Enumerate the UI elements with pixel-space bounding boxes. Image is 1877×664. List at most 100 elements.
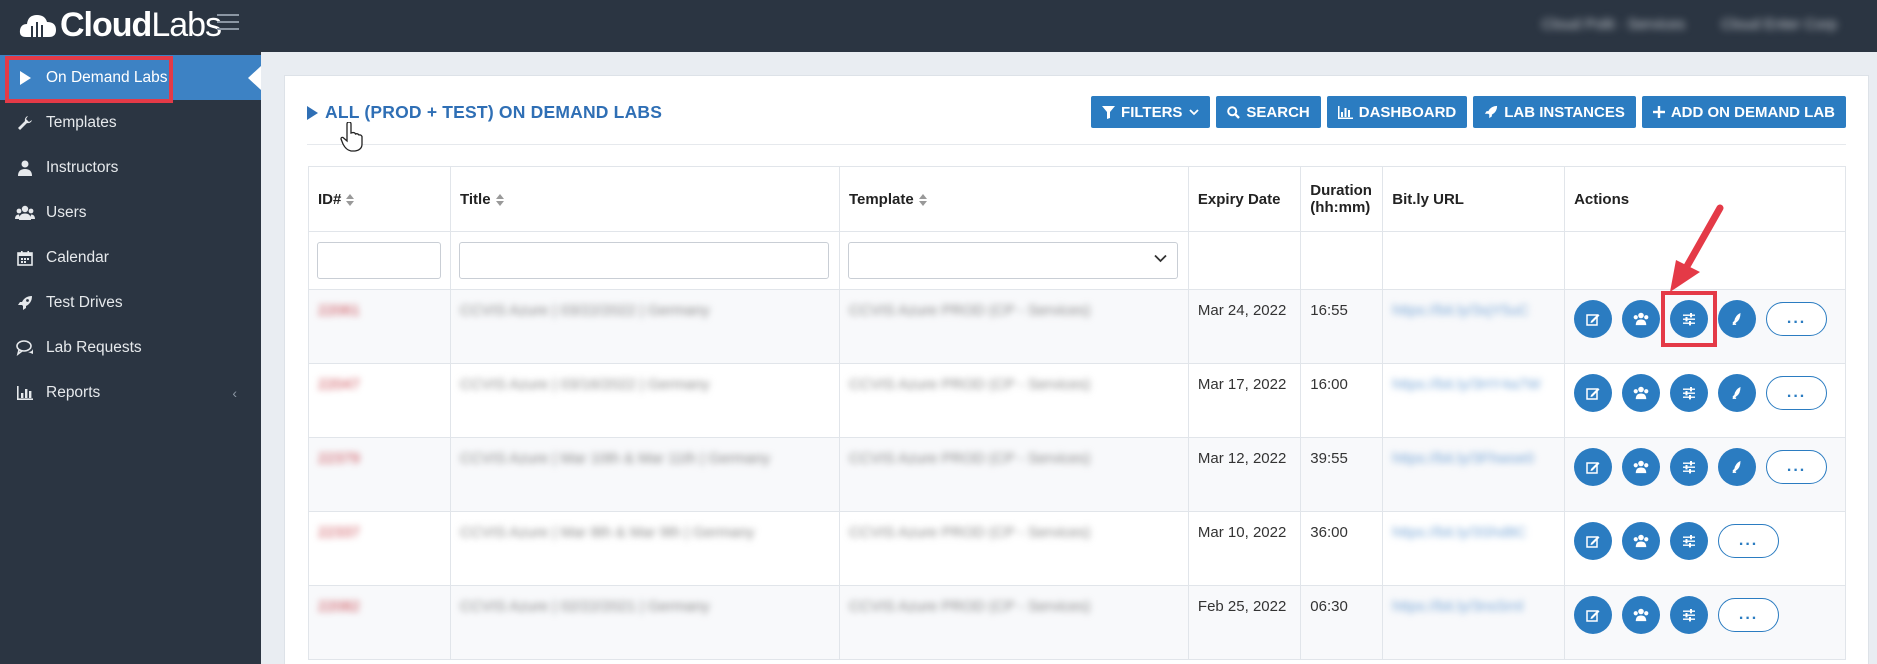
- sidebar: On Demand Labs Templates Instructors Use…: [0, 52, 261, 664]
- lab-id[interactable]: 22082: [318, 598, 360, 615]
- add-on-demand-lab-button[interactable]: ADD ON DEMAND LAB: [1641, 96, 1846, 128]
- add-label: ADD ON DEMAND LAB: [1670, 103, 1835, 121]
- cell-url[interactable]: https://bit.ly/3Fhwoe0: [1382, 437, 1566, 512]
- users-button[interactable]: [1622, 522, 1661, 560]
- more-options-button[interactable]: ...: [1766, 302, 1828, 336]
- chevron-left-icon: ‹: [232, 384, 237, 401]
- cell-id[interactable]: 22061: [308, 289, 451, 364]
- bitly-link[interactable]: https://bit.ly/3xjY5uC: [1392, 302, 1529, 319]
- sidebar-item-test-drives[interactable]: Test Drives: [0, 280, 261, 325]
- cell-id[interactable]: 22047: [308, 363, 451, 438]
- edit-button[interactable]: [1574, 300, 1613, 338]
- cell-id[interactable]: 22337: [308, 511, 451, 586]
- column-header-bitly-url: Bit.ly URL: [1382, 166, 1566, 232]
- edit-button[interactable]: [1574, 448, 1613, 486]
- cell-url[interactable]: https://bit.ly/3HY4a7W: [1382, 363, 1566, 438]
- launch-button[interactable]: [1718, 374, 1757, 412]
- cell-expiry: Mar 24, 2022: [1187, 289, 1302, 364]
- sort-icon[interactable]: [918, 193, 927, 206]
- dashboard-button[interactable]: DASHBOARD: [1326, 96, 1468, 128]
- edit-icon: [1586, 312, 1600, 326]
- lab-instances-label: LAB INSTANCES: [1504, 103, 1625, 121]
- sidebar-item-instructors[interactable]: Instructors: [0, 145, 261, 190]
- page-title[interactable]: ALL (PROD + TEST) ON DEMAND LABS: [307, 102, 662, 123]
- menu-toggle-icon[interactable]: [217, 14, 239, 32]
- duration: 36:00: [1310, 524, 1348, 541]
- column-header-template[interactable]: Template: [838, 166, 1189, 232]
- lab-id[interactable]: 22379: [318, 450, 360, 467]
- users-button[interactable]: [1622, 596, 1661, 634]
- sidebar-item-on-demand-labs[interactable]: On Demand Labs: [0, 55, 261, 103]
- title-filter-input[interactable]: [458, 242, 829, 279]
- cell-id[interactable]: 22082: [308, 585, 451, 660]
- sidebar-item-label: Templates: [46, 113, 117, 131]
- user-menu[interactable]: Cloud Polit · Services: [1542, 16, 1685, 33]
- settings-sliders-button[interactable]: [1661, 291, 1718, 347]
- bitly-link[interactable]: https://bit.ly/3nsSrnl: [1392, 598, 1523, 615]
- lab-title: CCVIS Azure | 03/16/2022 | Germany: [459, 376, 710, 393]
- bitly-link[interactable]: https://bit.ly/3Shd8C: [1392, 524, 1526, 541]
- rocket-icon: [1484, 105, 1498, 119]
- edit-button[interactable]: [1574, 374, 1613, 412]
- user-icon: [14, 159, 36, 177]
- users-button[interactable]: [1622, 300, 1661, 338]
- filters-button[interactable]: FILTERS: [1091, 96, 1211, 128]
- expiry-date: Mar 12, 2022: [1197, 450, 1287, 467]
- search-label: SEARCH: [1246, 103, 1310, 121]
- sort-icon[interactable]: [495, 193, 504, 206]
- cell-expiry: Mar 17, 2022: [1187, 363, 1302, 438]
- lab-title: CCVIS Azure | Mar 10th & Mar 11th | Germ…: [459, 450, 771, 467]
- settings-sliders-button[interactable]: [1670, 522, 1709, 560]
- expiry-date: Feb 25, 2022: [1197, 598, 1287, 615]
- sidebar-item-reports[interactable]: Reports ‹: [0, 370, 261, 415]
- cell-url[interactable]: https://bit.ly/3nsSrnl: [1382, 585, 1566, 660]
- edit-button[interactable]: [1574, 522, 1613, 560]
- cloudlabs-logo[interactable]: CloudLabs: [18, 4, 222, 46]
- search-button[interactable]: SEARCH: [1216, 96, 1321, 128]
- more-options-button[interactable]: ...: [1766, 450, 1828, 484]
- cell-duration: 36:00: [1300, 511, 1384, 586]
- table-row: 22082 CCVIS Azure | 02/22/2021 | Germany C…: [308, 585, 1846, 660]
- launch-button[interactable]: [1718, 448, 1757, 486]
- users-button[interactable]: [1622, 374, 1661, 412]
- sidebar-item-templates[interactable]: Templates: [0, 100, 261, 145]
- calendar-icon: [14, 249, 36, 267]
- cloud-logo-icon: [19, 15, 56, 37]
- cell-template: CCVIS Azure PROD (CP - Services): [838, 511, 1189, 586]
- column-header-duration: Duration (hh:mm): [1300, 166, 1384, 232]
- users-button[interactable]: [1622, 448, 1661, 486]
- cell-duration: 16:55: [1300, 289, 1384, 364]
- column-header-id[interactable]: ID#: [308, 166, 451, 232]
- lab-id[interactable]: 22047: [318, 376, 360, 393]
- template-filter-select[interactable]: [847, 242, 1178, 279]
- bitly-link[interactable]: https://bit.ly/3Fhwoe0: [1392, 450, 1534, 467]
- lab-template: CCVIS Azure PROD (CP - Services): [848, 450, 1091, 467]
- edit-button[interactable]: [1574, 596, 1613, 634]
- lab-id[interactable]: 22337: [318, 524, 360, 541]
- lab-instances-button[interactable]: LAB INSTANCES: [1473, 96, 1636, 128]
- cell-url[interactable]: https://bit.ly/3Shd8C: [1382, 511, 1566, 586]
- column-header-title[interactable]: Title: [449, 166, 840, 232]
- cell-template: CCVIS Azure PROD (CP - Services): [838, 585, 1189, 660]
- launch-button[interactable]: [1718, 300, 1757, 338]
- settings-sliders-button[interactable]: [1670, 374, 1709, 412]
- lab-id[interactable]: 22061: [318, 302, 360, 319]
- sidebar-item-users[interactable]: Users: [0, 190, 261, 235]
- sidebar-item-calendar[interactable]: Calendar: [0, 235, 261, 280]
- table-row: 22061 CCVIS Azure | 03/22/2022 | Germany C…: [308, 289, 1846, 364]
- settings-sliders-button[interactable]: [1670, 596, 1709, 634]
- bitly-link[interactable]: https://bit.ly/3HY4a7W: [1392, 376, 1540, 393]
- rocket-icon: [1730, 312, 1744, 326]
- more-options-button[interactable]: ...: [1718, 598, 1780, 632]
- more-options-button[interactable]: ...: [1718, 524, 1780, 558]
- settings-sliders-button[interactable]: [1670, 448, 1709, 486]
- sort-icon[interactable]: [346, 193, 355, 206]
- org-menu[interactable]: Cloud Enter Corp: [1721, 16, 1837, 33]
- more-options-button[interactable]: ...: [1766, 376, 1828, 410]
- cell-id[interactable]: 22379: [308, 437, 451, 512]
- sidebar-item-lab-requests[interactable]: Lab Requests: [0, 325, 261, 370]
- cell-url[interactable]: https://bit.ly/3xjY5uC: [1382, 289, 1566, 364]
- id-filter-input[interactable]: [317, 242, 441, 279]
- sidebar-item-label: Lab Requests: [46, 338, 142, 356]
- duration: 16:00: [1310, 376, 1348, 393]
